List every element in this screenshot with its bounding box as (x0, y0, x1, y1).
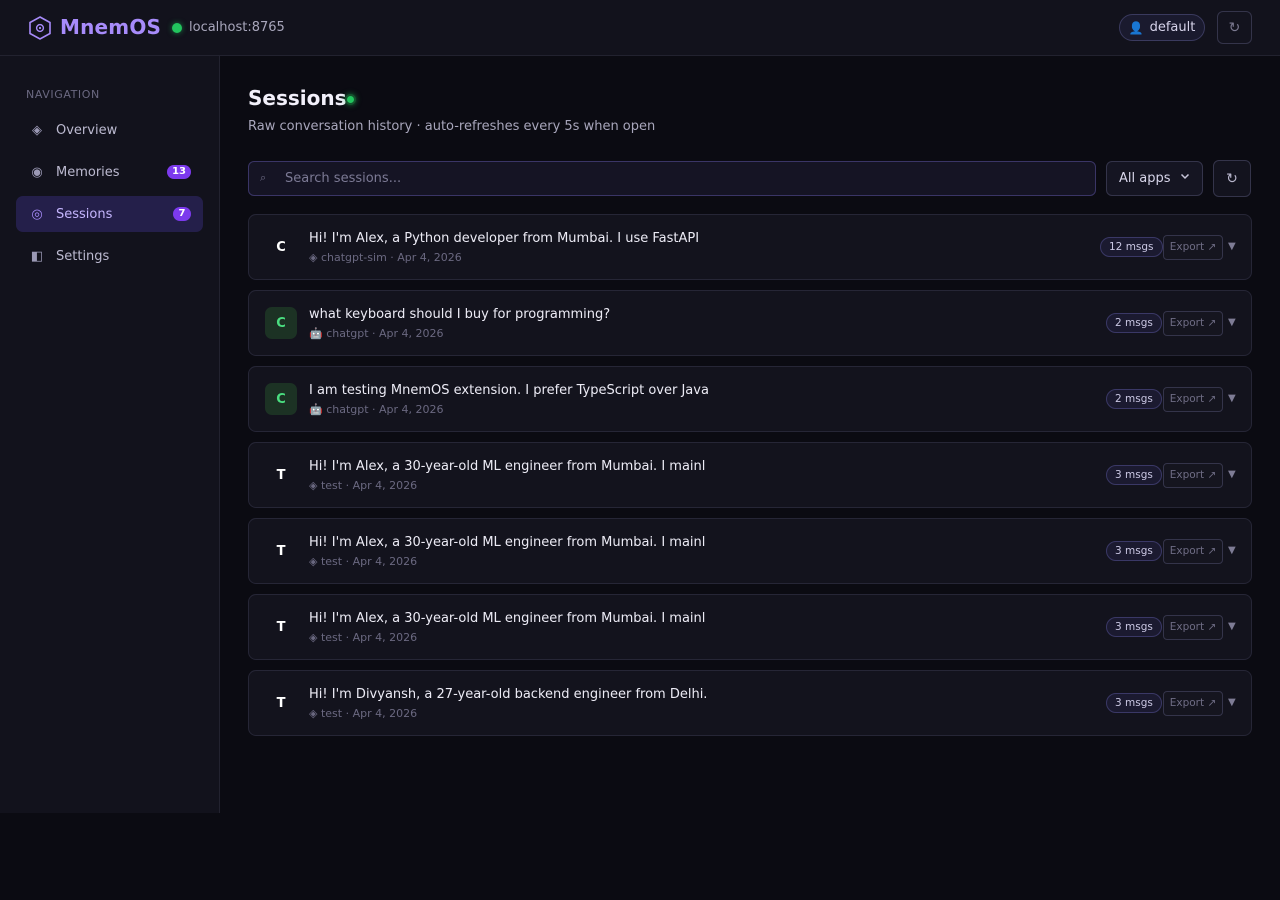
nav-heading: NAVIGATION (26, 88, 100, 101)
session-title: Hi! I'm Alex, a Python developer from Mu… (309, 231, 700, 246)
expand-chevron-icon[interactable]: ▼ (1228, 697, 1236, 708)
memories-count-badge: 13 (167, 165, 191, 179)
session-avatar: T (276, 543, 286, 559)
global-refresh-button[interactable]: ↻ (1217, 11, 1252, 44)
expand-chevron-icon[interactable]: ▼ (1228, 393, 1236, 404)
message-count-badge: 3 msgs (1106, 465, 1162, 485)
session-title: Hi! I'm Divyansh, a 27-year-old backend … (309, 687, 708, 702)
message-count-badge: 3 msgs (1106, 617, 1162, 637)
session-meta: ◈ test · Apr 4, 2026 (309, 479, 418, 492)
session-card[interactable]: C Hi! I'm Alex, a Python developer from … (248, 214, 1252, 280)
session-meta: ◈ test · Apr 4, 2026 (309, 555, 418, 568)
session-card[interactable]: T Hi! I'm Alex, a 30-year-old ML enginee… (248, 442, 1252, 508)
session-title: what keyboard should I buy for programmi… (309, 307, 611, 322)
session-card[interactable]: C what keyboard should I buy for program… (248, 290, 1252, 356)
sidebar-item-label: Sessions (56, 206, 113, 222)
app-filter-select[interactable]: All apps (1106, 161, 1203, 196)
target-icon: ◎ (31, 206, 43, 222)
search-box: ⌕ (248, 161, 1096, 196)
session-avatar: T (276, 619, 286, 635)
page-subtitle: Raw conversation history · auto-refreshe… (248, 119, 656, 134)
sidebar-item-label: Memories (56, 164, 120, 180)
top-bar: MnemOS localhost:8765 👤 default ↻ (0, 0, 1280, 56)
session-title: I am testing MnemOS extension. I prefer … (309, 383, 709, 398)
chevron-down-icon (1180, 173, 1190, 180)
search-input[interactable] (285, 162, 1085, 195)
expand-chevron-icon[interactable]: ▼ (1228, 469, 1236, 480)
circle-dot-icon: ◉ (31, 164, 43, 180)
host-address: localhost:8765 (189, 20, 285, 35)
session-avatar: C (276, 239, 286, 255)
expand-chevron-icon[interactable]: ▼ (1228, 545, 1236, 556)
export-button[interactable]: Export ↗ (1163, 463, 1223, 488)
hexagon-logo-icon (29, 16, 51, 40)
sidebar-item-overview[interactable]: ◈ Overview (16, 112, 203, 148)
user-icon: 👤 (1128, 20, 1144, 35)
page-title: Sessions (248, 86, 347, 110)
session-meta: 🤖 chatgpt · Apr 4, 2026 (309, 403, 444, 416)
refresh-icon: ↻ (1228, 19, 1241, 36)
expand-chevron-icon[interactable]: ▼ (1228, 317, 1236, 328)
sidebar-item-label: Overview (56, 122, 118, 138)
session-list: C Hi! I'm Alex, a Python developer from … (248, 214, 1252, 746)
sidebar: NAVIGATION ◈ Overview ◉ Memories 13 ◎ Se… (0, 56, 220, 813)
app-logo-text: MnemOS (60, 15, 162, 39)
live-status-dot (345, 94, 356, 105)
session-avatar: C (265, 307, 297, 339)
session-meta: ◈ chatgpt-sim · Apr 4, 2026 (309, 251, 462, 264)
session-avatar: T (276, 467, 286, 483)
user-switcher-button[interactable]: 👤 default (1119, 14, 1205, 41)
search-icon: ⌕ (260, 171, 267, 184)
session-title: Hi! I'm Alex, a 30-year-old ML engineer … (309, 535, 706, 550)
session-title: Hi! I'm Alex, a 30-year-old ML engineer … (309, 459, 706, 474)
session-meta: ◈ test · Apr 4, 2026 (309, 707, 418, 720)
session-meta: ◈ test · Apr 4, 2026 (309, 631, 418, 644)
message-count-badge: 12 msgs (1100, 237, 1163, 257)
message-count-badge: 2 msgs (1106, 389, 1162, 409)
session-card[interactable]: T Hi! I'm Alex, a 30-year-old ML enginee… (248, 518, 1252, 584)
user-name: default (1149, 20, 1196, 35)
session-title: Hi! I'm Alex, a 30-year-old ML engineer … (309, 611, 706, 626)
session-card[interactable]: T Hi! I'm Alex, a 30-year-old ML enginee… (248, 594, 1252, 660)
connection-status-dot (172, 23, 182, 33)
sessions-refresh-button[interactable]: ↻ (1213, 160, 1251, 197)
export-button[interactable]: Export ↗ (1163, 387, 1223, 412)
refresh-icon: ↻ (1226, 170, 1238, 187)
message-count-badge: 3 msgs (1106, 693, 1162, 713)
session-avatar: C (265, 383, 297, 415)
sidebar-item-settings[interactable]: ◧ Settings (16, 238, 203, 274)
message-count-badge: 3 msgs (1106, 541, 1162, 561)
expand-chevron-icon[interactable]: ▼ (1228, 621, 1236, 632)
sessions-count-badge: 7 (173, 207, 191, 221)
app-filter-value: All apps (1119, 171, 1171, 186)
export-button[interactable]: Export ↗ (1163, 691, 1223, 716)
expand-chevron-icon[interactable]: ▼ (1228, 241, 1236, 252)
diamond-icon: ◈ (32, 122, 42, 138)
sidebar-item-memories[interactable]: ◉ Memories 13 (16, 154, 203, 190)
sidebar-item-label: Settings (56, 248, 110, 264)
session-avatar: T (276, 695, 286, 711)
export-button[interactable]: Export ↗ (1163, 311, 1223, 336)
session-card[interactable]: C I am testing MnemOS extension. I prefe… (248, 366, 1252, 432)
session-meta: 🤖 chatgpt · Apr 4, 2026 (309, 327, 444, 340)
export-button[interactable]: Export ↗ (1163, 539, 1223, 564)
message-count-badge: 2 msgs (1106, 313, 1162, 333)
sidebar-item-sessions[interactable]: ◎ Sessions 7 (16, 196, 203, 232)
export-button[interactable]: Export ↗ (1163, 615, 1223, 640)
half-square-icon: ◧ (30, 248, 44, 264)
export-button[interactable]: Export ↗ (1163, 235, 1223, 260)
session-card[interactable]: T Hi! I'm Divyansh, a 27-year-old backen… (248, 670, 1252, 736)
